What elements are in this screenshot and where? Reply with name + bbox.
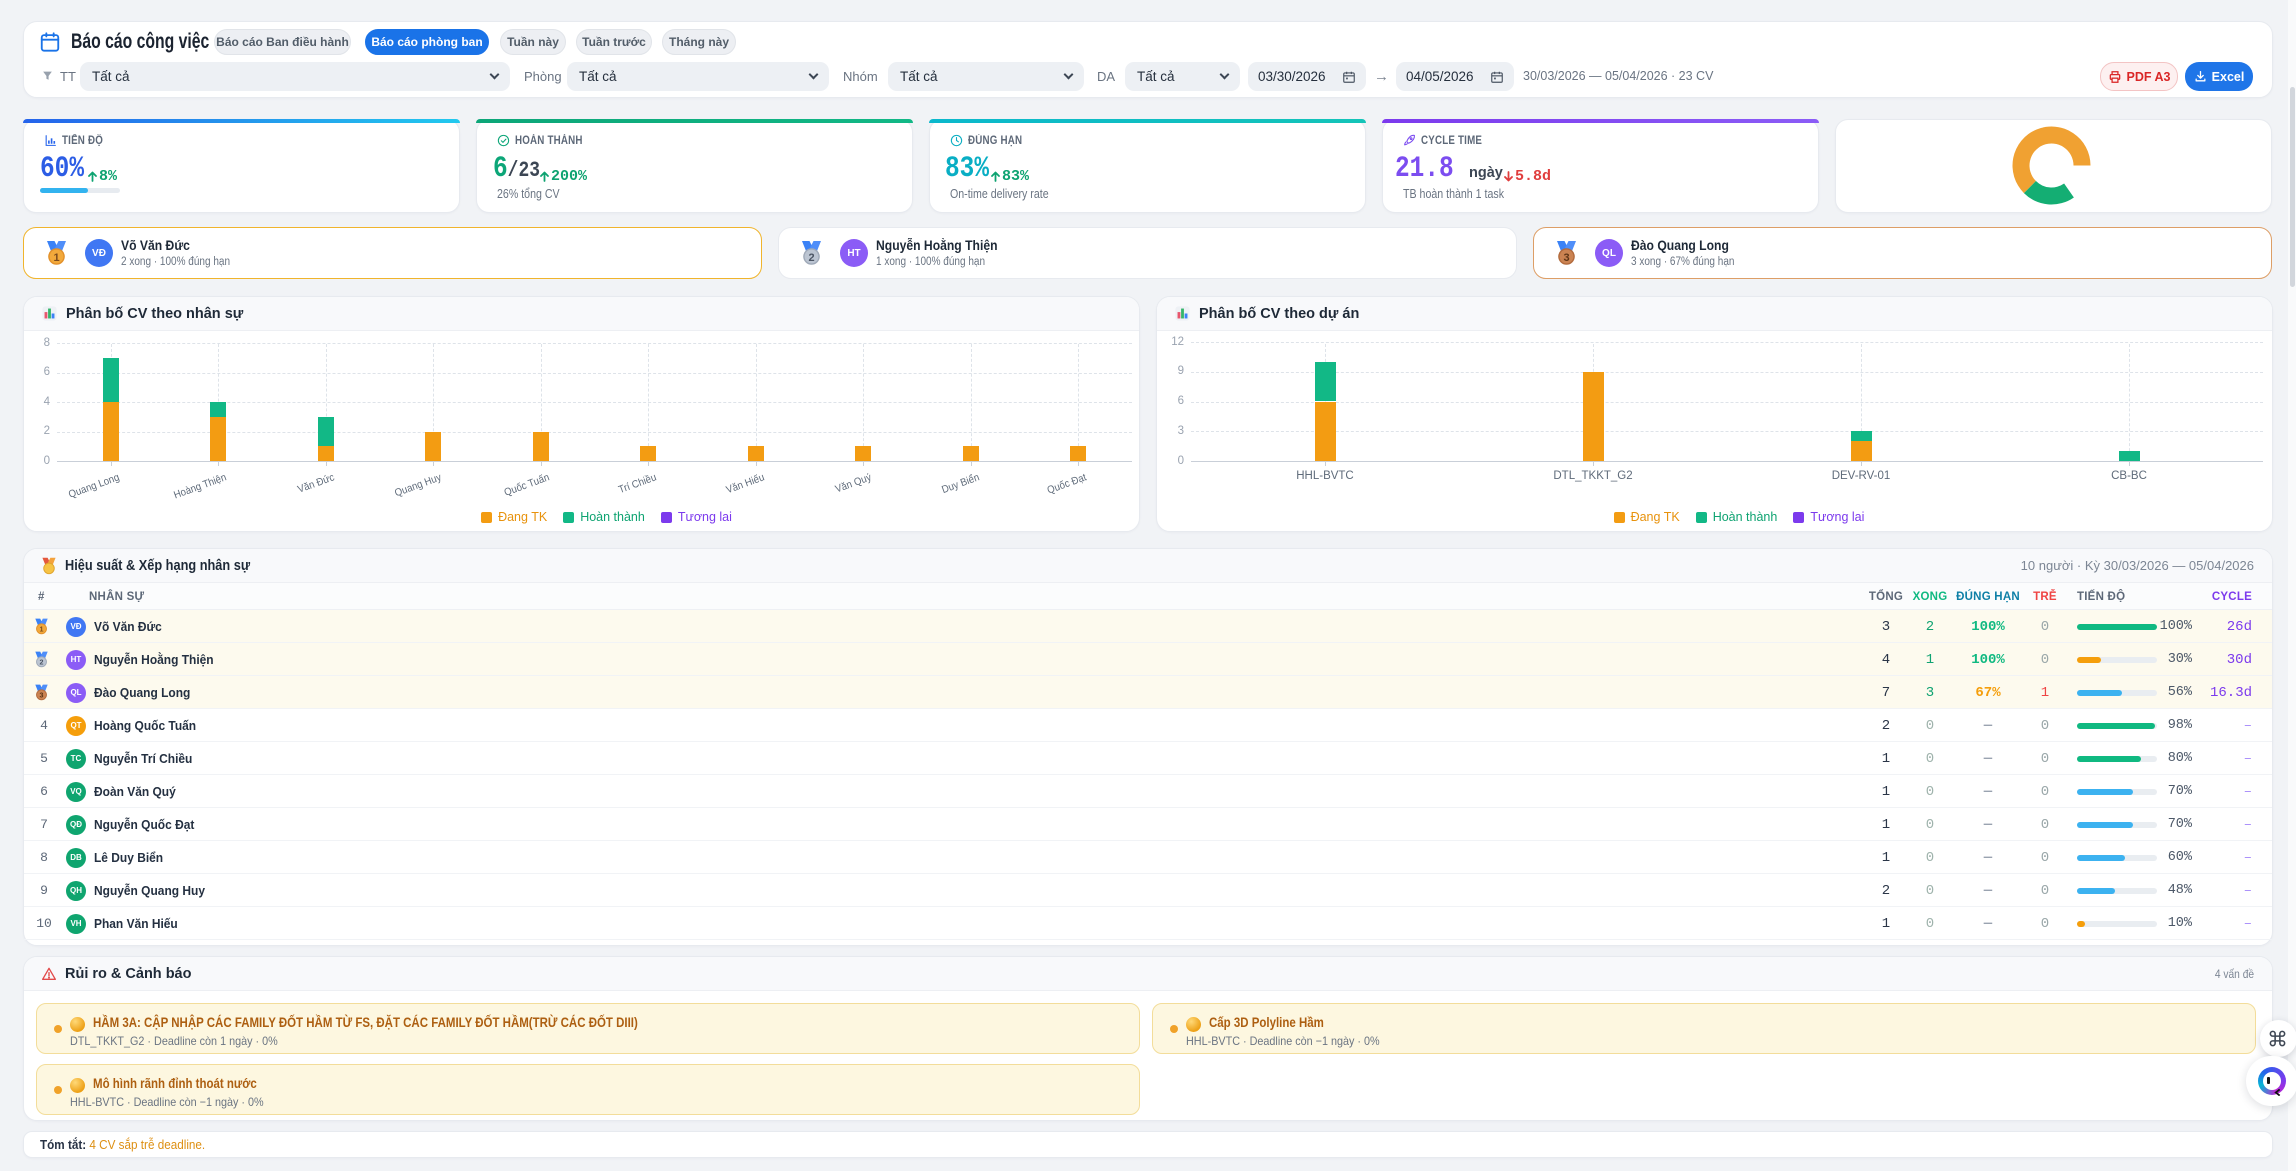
- svg-text:2: 2: [40, 659, 44, 667]
- svg-text:1: 1: [40, 626, 44, 634]
- svg-text:3: 3: [1563, 252, 1569, 264]
- svg-text:2: 2: [808, 252, 814, 264]
- svg-text:3: 3: [40, 692, 44, 700]
- svg-text:1: 1: [53, 252, 59, 264]
